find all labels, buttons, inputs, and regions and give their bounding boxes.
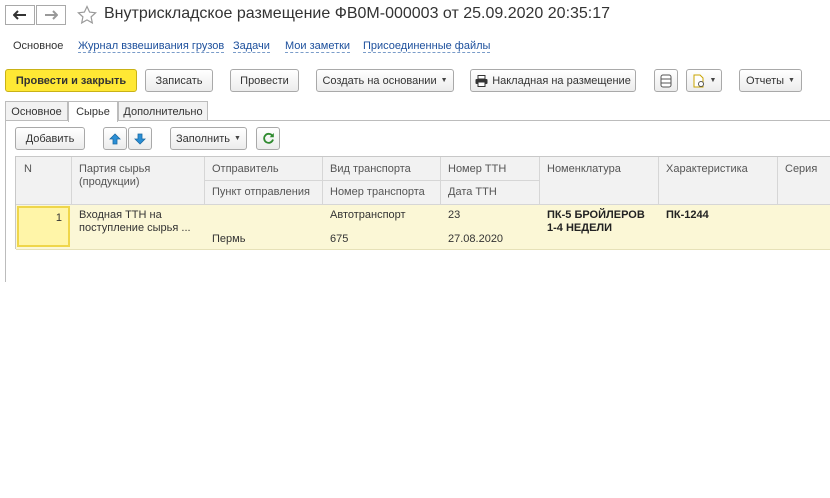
database-icon (660, 74, 672, 87)
tab-additional-label: Дополнительно (123, 105, 203, 118)
row-nomenclature[interactable]: ПК-5 БРОЙЛЕРОВ 1-4 НЕДЕЛИ (547, 209, 655, 235)
section-attached-files[interactable]: Присоединенные файлы (363, 40, 491, 53)
move-down-button[interactable] (128, 127, 152, 150)
create-based-on-label: Создать на основании (322, 74, 437, 87)
post-and-close-button[interactable]: Провести и закрыть (5, 69, 137, 92)
fill-label: Заполнить (176, 132, 231, 145)
table-row[interactable]: 1 Входная ТТН на поступление сырья ... П… (16, 205, 830, 250)
row-number-cell[interactable]: 1 (17, 206, 70, 247)
post-label: Провести (240, 74, 289, 87)
row-ttn-date[interactable]: 27.08.2020 (448, 233, 503, 245)
chevron-down-icon: ▼ (440, 77, 448, 84)
row-batch[interactable]: Входная ТТН на поступление сырья ... (79, 209, 197, 235)
arrow-left-icon (13, 10, 26, 20)
reports-button[interactable]: Отчеты ▼ (739, 69, 802, 92)
save-label: Записать (155, 74, 203, 87)
header-characteristic-label: Характеристика (666, 163, 748, 175)
header-batch-label: Партия сырья (продукции) (79, 163, 151, 188)
header-transport-number-label: Номер транспорта (330, 186, 425, 198)
placement-invoice-label: Накладная на размещение (492, 74, 631, 87)
document-gear-icon (693, 74, 704, 87)
forward-button[interactable] (36, 5, 66, 25)
header-ttn-number-label: Номер ТТН (448, 163, 507, 175)
row-characteristic[interactable]: ПК-1244 (666, 209, 709, 221)
tab-raw-materials-label: Сырье (76, 106, 110, 118)
add-button[interactable]: Добавить (15, 127, 85, 150)
arrow-up-icon (109, 132, 121, 144)
tab-main[interactable]: Основное (5, 101, 68, 121)
tab-main-label: Основное (11, 105, 62, 118)
tab-divider (5, 120, 830, 121)
header-series-label: Серия (785, 163, 818, 175)
favorite-star-icon[interactable] (77, 5, 97, 25)
column-header-ttn[interactable]: Номер ТТН Дата ТТН (441, 157, 540, 205)
column-header-sender[interactable]: Отправитель Пункт отправления (205, 157, 323, 205)
printer-icon (475, 74, 488, 87)
add-label: Добавить (25, 132, 75, 145)
column-header-transport[interactable]: Вид транспорта Номер транспорта (323, 157, 441, 205)
header-transport-type-label: Вид транспорта (330, 163, 411, 175)
reports-label: Отчеты (746, 74, 785, 87)
create-based-on-button[interactable]: Создать на основании ▼ (316, 69, 454, 92)
database-button[interactable] (654, 69, 678, 92)
arrow-down-icon (134, 133, 146, 145)
arrow-right-icon (45, 10, 58, 20)
chevron-down-icon: ▼ (788, 77, 795, 84)
raw-materials-table: N Партия сырья (продукции) Отправитель П… (15, 156, 830, 250)
section-tasks[interactable]: Задачи (233, 40, 270, 53)
move-up-button[interactable] (103, 127, 127, 150)
refresh-button[interactable] (256, 127, 280, 150)
tab-panel-border (5, 120, 6, 282)
header-nomenclature-label: Номенклатура (547, 163, 621, 175)
document-settings-button[interactable]: ▼ (686, 69, 722, 92)
document-title: Внутрискладское размещение ФВ0М-000003 о… (104, 5, 611, 22)
row-ttn-number[interactable]: 23 (448, 209, 460, 221)
section-weighing-journal[interactable]: Журнал взвешивания грузов (78, 40, 225, 53)
column-header-nomenclature[interactable]: Номенклатура (540, 157, 659, 205)
chevron-down-icon: ▼ (709, 77, 717, 84)
header-n-label: N (24, 163, 32, 175)
post-button[interactable]: Провести (230, 69, 299, 92)
column-header-n[interactable]: N (16, 157, 72, 205)
row-transport-number[interactable]: 675 (330, 233, 348, 245)
section-main[interactable]: Основное (13, 40, 63, 52)
column-header-series[interactable]: Серия (778, 157, 830, 205)
row-number: 1 (55, 212, 62, 224)
back-button[interactable] (5, 5, 35, 25)
row-transport-type[interactable]: Автотранспорт (330, 209, 406, 221)
placement-invoice-button[interactable]: Накладная на размещение (470, 69, 636, 92)
section-notes[interactable]: Мои заметки (285, 40, 351, 53)
fill-button[interactable]: Заполнить ▼ (170, 127, 247, 150)
column-header-batch[interactable]: Партия сырья (продукции) (72, 157, 205, 205)
header-dispatch-point-label: Пункт отправления (212, 186, 310, 198)
chevron-down-icon: ▼ (234, 135, 241, 142)
tab-raw-materials[interactable]: Сырье (68, 101, 118, 122)
refresh-icon (262, 132, 274, 144)
column-header-characteristic[interactable]: Характеристика (659, 157, 778, 205)
header-ttn-date-label: Дата ТТН (448, 186, 497, 198)
tab-additional[interactable]: Дополнительно (118, 101, 208, 121)
header-sender-label: Отправитель (212, 163, 279, 175)
save-button[interactable]: Записать (145, 69, 213, 92)
row-dispatch-point[interactable]: Пермь (212, 233, 245, 245)
post-and-close-label: Провести и закрыть (15, 74, 127, 87)
